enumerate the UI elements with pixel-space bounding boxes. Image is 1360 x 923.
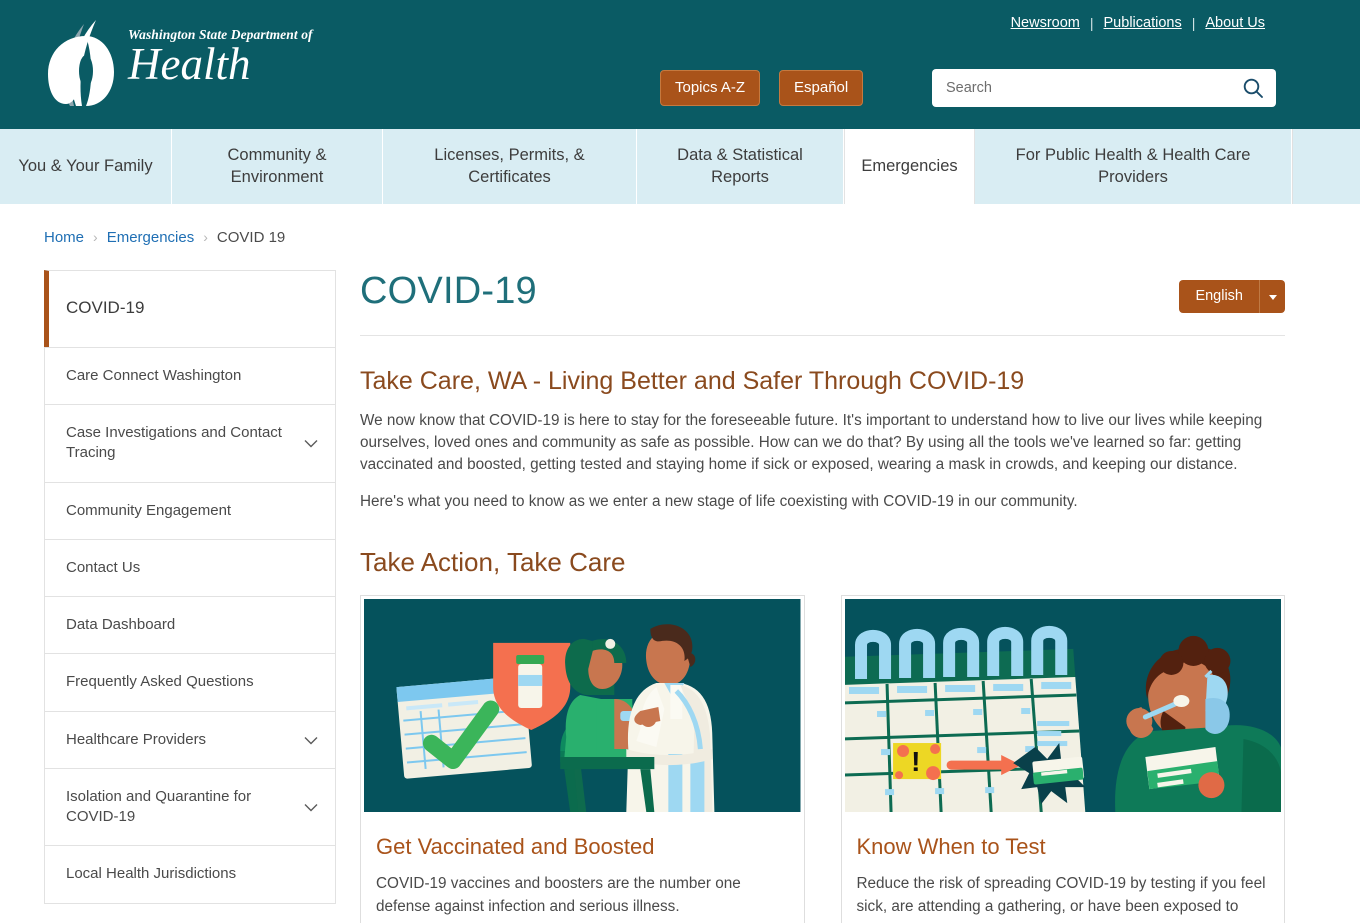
nav-item-emergencies[interactable]: Emergencies [844, 129, 975, 204]
sidebar-item-label: Local Health Jurisdictions [66, 865, 237, 883]
breadcrumb-separator-icon: › [203, 229, 208, 245]
sidebar-item-data-dashboard[interactable]: Data Dashboard [44, 596, 336, 654]
card-title: Know When to Test [856, 833, 1046, 859]
topics-a-z-button[interactable]: Topics A-Z [660, 70, 761, 106]
page-title-row: COVID-19 English [360, 270, 1285, 336]
svg-text:!: ! [911, 746, 920, 777]
sidebar-item-care-connect-washington[interactable]: Care Connect Washington [44, 346, 336, 405]
card-body: Get Vaccinated and Boosted COVID-19 vacc… [364, 812, 801, 923]
card-know-when-to-test[interactable]: ! Know When to Test Reduce the risk of s… [840, 594, 1285, 923]
sidebar-item-isolation-quarantine[interactable]: Isolation and Quarantine for COVID-19 [44, 767, 336, 846]
espanol-button[interactable]: Español [779, 70, 864, 106]
nav-item-licenses-permits-certificates[interactable]: Licenses, Permits, & Certificates [383, 129, 637, 204]
search-icon [1243, 78, 1263, 98]
nav-item-you-and-your-family[interactable]: You & Your Family [0, 129, 172, 204]
card-description: COVID-19 vaccines and boosters are the n… [376, 875, 741, 916]
sidebar-item-label: COVID-19 [66, 298, 145, 317]
breadcrumb-item-home[interactable]: Home [44, 229, 84, 246]
sidebar-item-label: Healthcare Providers [66, 730, 207, 748]
breadcrumb-item-covid-19: COVID 19 [216, 228, 286, 246]
language-selector: English [1179, 280, 1285, 313]
page-body: COVID-19 Care Connect Washington Case In… [0, 250, 1360, 923]
utility-links: Newsroom | Publications | About Us [1001, 15, 1275, 31]
sidebar-item-frequently-asked-questions[interactable]: Frequently Asked Questions [44, 653, 336, 711]
nav-label: Emergencies [861, 156, 958, 175]
sidebar-item-contact-us[interactable]: Contact Us [44, 538, 336, 597]
breadcrumb-separator-icon: › [93, 229, 98, 245]
sidebar-item-healthcare-providers[interactable]: Healthcare Providers [44, 710, 336, 768]
action-cards: Get Vaccinated and Boosted COVID-19 vacc… [360, 594, 1285, 923]
language-button[interactable]: English [1179, 280, 1259, 313]
nav-label: For Public Health & Health Care Provider… [1015, 145, 1251, 186]
sidebar-item-label: Data Dashboard [66, 616, 176, 634]
nav-filler [1292, 129, 1360, 204]
card-description: Reduce the risk of spreading COVID-19 by… [856, 875, 1266, 923]
utility-link-publications[interactable]: Publications [1094, 15, 1192, 31]
sidebar-item-local-health-jurisdictions[interactable]: Local Health Jurisdictions [44, 845, 336, 904]
card-get-vaccinated[interactable]: Get Vaccinated and Boosted COVID-19 vacc… [360, 594, 805, 923]
search-box [932, 69, 1276, 107]
testing-calendar-illustration-icon: ! [844, 598, 1281, 812]
section-heading-take-care: Take Care, WA - Living Better and Safer … [360, 367, 1025, 395]
nav-label: Data & Statistical Reports [677, 145, 803, 186]
nav-item-public-health-providers[interactable]: For Public Health & Health Care Provider… [975, 129, 1292, 204]
sidebar-navigation: COVID-19 Care Connect Washington Case In… [44, 270, 336, 923]
chevron-down-icon[interactable] [301, 797, 321, 817]
dept-of-health-logo-icon [48, 20, 114, 106]
chevron-down-icon[interactable] [301, 730, 321, 750]
page-title: COVID-19 [360, 270, 537, 312]
search-input[interactable] [932, 80, 1230, 96]
vaccination-illustration-icon [364, 598, 801, 812]
logo-line-2: Health [128, 38, 251, 89]
sidebar-item-label: Case Investigations and Contact Tracing [66, 424, 282, 462]
sidebar-item-community-engagement[interactable]: Community Engagement [44, 481, 336, 539]
chevron-down-icon [1268, 294, 1277, 300]
sidebar-item-case-investigations[interactable]: Case Investigations and Contact Tracing [44, 404, 336, 482]
search-submit-button[interactable] [1230, 69, 1276, 107]
section-heading-take-action: Take Action, Take Care [360, 546, 626, 577]
main-content: COVID-19 English Take Care, WA - Living … [360, 250, 1285, 923]
nav-label: You & Your Family [18, 156, 153, 175]
site-header: Washington State Department of Health Ne… [0, 0, 1360, 128]
sidebar-item-label: Community Engagement [66, 501, 232, 519]
chevron-down-icon[interactable] [301, 433, 321, 453]
nav-item-community-environment[interactable]: Community & Environment [172, 129, 383, 204]
intro-paragraph-2: Here's what you need to know as we enter… [360, 492, 1078, 510]
nav-item-data-statistical-reports[interactable]: Data & Statistical Reports [637, 129, 844, 204]
card-title: Get Vaccinated and Boosted [376, 833, 655, 859]
sidebar-item-label: Isolation and Quarantine for COVID-19 [66, 787, 252, 826]
utility-link-newsroom[interactable]: Newsroom [1001, 15, 1090, 31]
sidebar-item-label: Contact Us [66, 558, 141, 576]
site-logo[interactable]: Washington State Department of Health [40, 14, 313, 110]
nav-label: Licenses, Permits, & Certificates [434, 145, 585, 186]
main-navigation: You & Your Family Community & Environmen… [0, 128, 1360, 204]
language-dropdown-toggle[interactable] [1259, 280, 1285, 313]
sidebar-item-covid-19[interactable]: COVID-19 [44, 270, 336, 347]
card-body: Know When to Test Reduce the risk of spr… [845, 812, 1282, 923]
sidebar-item-label: Frequently Asked Questions [66, 673, 254, 691]
breadcrumb: Home › Emergencies › COVID 19 [0, 204, 1360, 250]
breadcrumb-item-emergencies[interactable]: Emergencies [107, 229, 195, 246]
sidebar-item-label: Care Connect Washington [66, 366, 242, 384]
intro-paragraph-1: We now know that COVID-19 is here to sta… [360, 412, 1263, 474]
utility-link-about-us[interactable]: About Us [1195, 15, 1275, 31]
nav-label: Community & Environment [227, 145, 327, 186]
